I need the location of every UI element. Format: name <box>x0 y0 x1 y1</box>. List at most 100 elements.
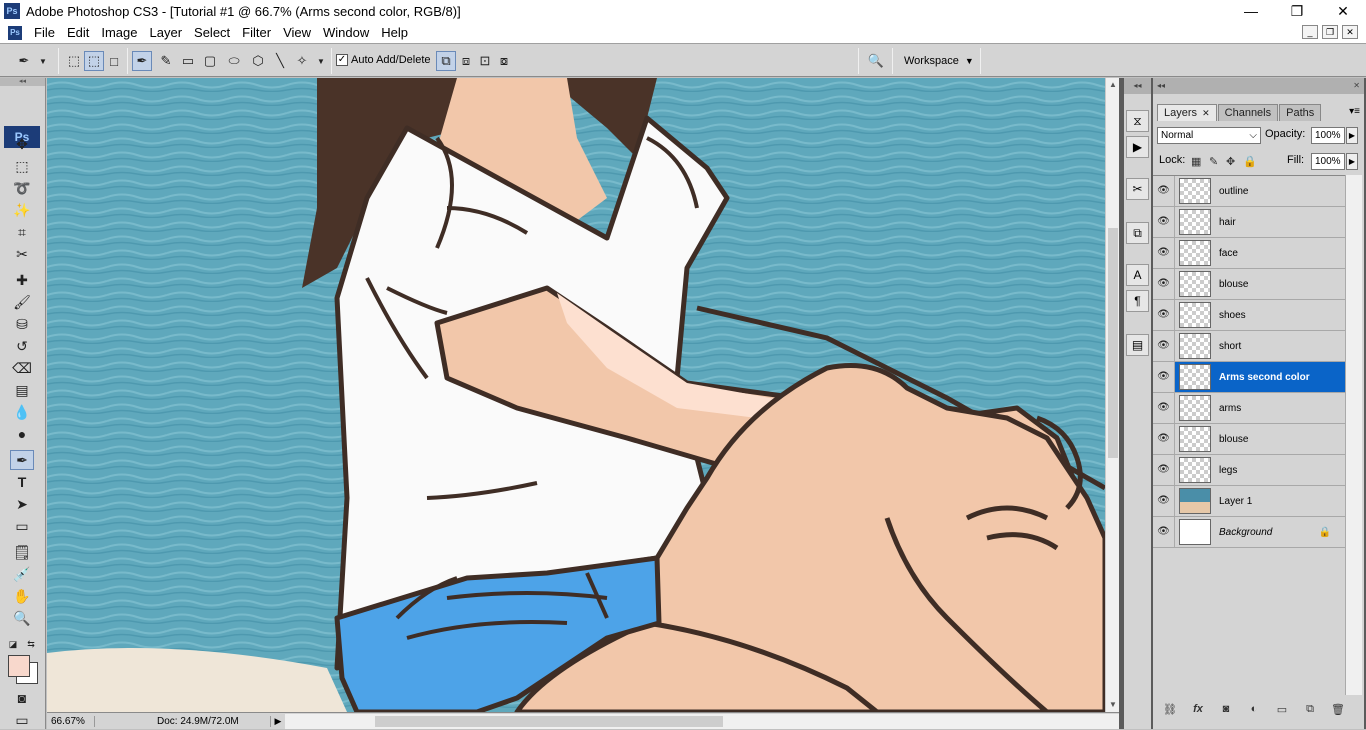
pen-tool-icon[interactable]: ✒ <box>10 450 34 470</box>
fx-icon[interactable]: fx <box>1187 703 1209 715</box>
eye-icon[interactable]: 👁 <box>1153 362 1175 392</box>
canvas-vertical-scrollbar[interactable]: ▲ ▼ <box>1105 78 1119 712</box>
tab-layers[interactable]: Layers ✕ <box>1157 104 1217 121</box>
magic-wand-tool-icon[interactable]: ✨ <box>10 200 34 220</box>
layer-row[interactable]: 👁 blouse <box>1153 269 1345 300</box>
status-menu-arrow-icon[interactable]: ▶ <box>271 716 285 727</box>
eye-icon[interactable]: 👁 <box>1153 424 1175 454</box>
default-colors-icon[interactable]: ◪ <box>6 634 20 654</box>
new-layer-icon[interactable]: ⧉ <box>1299 703 1321 716</box>
eye-icon[interactable]: 👁 <box>1153 455 1175 485</box>
mask-icon[interactable]: ◙ <box>1215 703 1237 715</box>
layer-row-selected[interactable]: 👁 Arms second color <box>1153 362 1345 393</box>
pen-tool-preset-icon[interactable]: ✒ <box>14 51 34 71</box>
polygon-shape-icon[interactable]: ⬡ <box>248 51 268 71</box>
auto-add-delete-checkbox[interactable]: ✓ <box>336 54 348 66</box>
link-icon[interactable]: ⛓ <box>1159 703 1181 716</box>
workspace-button[interactable]: Workspace ▼ <box>896 52 982 70</box>
lock-all-icon[interactable]: 🔒 <box>1243 155 1257 168</box>
icon-dock-grip[interactable]: ◂◂ <box>1124 78 1151 94</box>
eraser-tool-icon[interactable]: ⌫ <box>10 358 34 378</box>
history-panel-icon[interactable]: ⧖ <box>1126 110 1149 132</box>
type-tool-icon[interactable]: T <box>10 472 34 492</box>
auto-add-delete-option[interactable]: ✓ Auto Add/Delete <box>336 54 431 66</box>
minimize-button[interactable]: — <box>1228 0 1274 22</box>
close-button[interactable]: ✕ <box>1320 0 1366 22</box>
menu-window[interactable]: Window <box>319 25 377 40</box>
line-shape-icon[interactable]: ╲ <box>270 51 290 71</box>
lock-image-icon[interactable]: ✎ <box>1209 155 1218 168</box>
doc-minimize-button[interactable]: _ <box>1302 25 1318 39</box>
preset-dropdown-arrow-icon[interactable]: ▼ <box>36 51 50 71</box>
menu-view[interactable]: View <box>279 25 319 40</box>
trash-icon[interactable]: 🗑 <box>1327 703 1349 716</box>
menu-edit[interactable]: Edit <box>63 25 97 40</box>
foreground-color-swatch[interactable] <box>8 655 30 677</box>
app-menu-icon[interactable]: Ps <box>8 25 22 40</box>
fill-input[interactable]: 100% <box>1311 153 1345 170</box>
lock-transparent-icon[interactable]: ▦ <box>1191 155 1201 168</box>
eyedropper-tool-icon[interactable]: 💉 <box>10 564 34 584</box>
blur-tool-icon[interactable]: 💧 <box>10 402 34 422</box>
rounded-rectangle-icon[interactable]: ▢ <box>200 51 220 71</box>
scroll-up-arrow-icon[interactable]: ▲ <box>1106 78 1120 92</box>
menu-layer[interactable]: Layer <box>146 25 191 40</box>
adjustment-icon[interactable]: ◐ <box>1243 703 1265 715</box>
intersect-path-areas-icon[interactable]: ⊡ <box>475 51 495 71</box>
layers-panel-grip[interactable]: ◂◂ ✕ <box>1153 78 1364 94</box>
blend-mode-select[interactable]: Normal ⌵ <box>1157 127 1261 144</box>
maximize-button[interactable]: ❐ <box>1274 0 1320 22</box>
dodge-tool-icon[interactable]: ● <box>10 424 34 444</box>
eye-icon[interactable]: 👁 <box>1153 331 1175 361</box>
character-panel-icon[interactable]: A <box>1126 264 1149 286</box>
notes-tool-icon[interactable]: 🗒 <box>10 542 34 562</box>
tab-paths[interactable]: Paths <box>1279 104 1322 121</box>
panel-collapse-icon[interactable]: ◂◂ <box>1157 81 1165 90</box>
slice-tool-icon[interactable]: ✂ <box>10 244 34 264</box>
eye-icon[interactable]: 👁 <box>1153 238 1175 268</box>
menu-filter[interactable]: Filter <box>238 25 279 40</box>
actions-panel-icon[interactable]: ▶ <box>1126 136 1149 158</box>
zoom-level[interactable]: 66.67% <box>47 715 95 727</box>
gradient-tool-icon[interactable]: ▤ <box>10 380 34 400</box>
layer-row[interactable]: 👁 arms <box>1153 393 1345 424</box>
doc-close-button[interactable]: ✕ <box>1342 25 1358 39</box>
layer-list-scrollbar[interactable] <box>1345 175 1362 695</box>
layer-comps-icon[interactable]: ⧉ <box>1126 222 1149 244</box>
add-to-path-area-icon[interactable]: ⧉ <box>436 51 456 71</box>
shape-tool-icon[interactable]: ▭ <box>10 516 34 536</box>
zoom-tool-icon[interactable]: 🔍 <box>10 608 34 628</box>
tab-channels[interactable]: Channels <box>1217 104 1279 121</box>
clone-stamp-tool-icon[interactable]: ⛁ <box>10 314 34 334</box>
lock-position-icon[interactable]: ✥ <box>1226 155 1235 168</box>
doc-restore-button[interactable]: ❐ <box>1322 25 1338 39</box>
scroll-down-arrow-icon[interactable]: ▼ <box>1106 698 1120 712</box>
canvas-horizontal-scrollbar[interactable] <box>285 713 1119 729</box>
eye-icon[interactable]: 👁 <box>1153 300 1175 330</box>
opacity-input[interactable]: 100% <box>1311 127 1345 144</box>
eye-icon[interactable]: 👁 <box>1153 176 1175 206</box>
paths-mode-icon[interactable]: ⬚ <box>84 51 104 71</box>
lasso-tool-icon[interactable]: ➰ <box>10 178 34 198</box>
eye-icon[interactable]: 👁 <box>1153 393 1175 423</box>
eye-icon[interactable]: 👁 <box>1153 517 1175 547</box>
exclude-overlapping-icon[interactable]: ⧇ <box>494 51 514 71</box>
custom-shape-icon[interactable]: ✧ <box>292 51 312 71</box>
shape-layers-icon[interactable]: ⬚ <box>64 51 84 71</box>
healing-brush-tool-icon[interactable]: ✚ <box>10 270 34 290</box>
marquee-tool-icon[interactable]: ⬚ <box>10 156 34 176</box>
toolbox-grip[interactable]: ◂◂ <box>0 78 45 86</box>
layer-row[interactable]: 👁 hair <box>1153 207 1345 238</box>
history-brush-tool-icon[interactable]: ↺ <box>10 336 34 356</box>
menu-image[interactable]: Image <box>97 25 145 40</box>
screen-mode-icon[interactable]: ▭ <box>10 710 34 730</box>
document-canvas[interactable] <box>47 78 1105 712</box>
info-panel-icon[interactable]: ▤ <box>1126 334 1149 356</box>
opacity-arrow-icon[interactable]: ▶ <box>1346 127 1358 144</box>
subtract-path-area-icon[interactable]: ⧈ <box>456 51 476 71</box>
menu-help[interactable]: Help <box>377 25 416 40</box>
horizontal-scroll-thumb[interactable] <box>375 715 723 727</box>
layer-row[interactable]: 👁 Background 🔒 <box>1153 517 1345 548</box>
layer-row[interactable]: 👁 legs <box>1153 455 1345 486</box>
eye-icon[interactable]: 👁 <box>1153 269 1175 299</box>
